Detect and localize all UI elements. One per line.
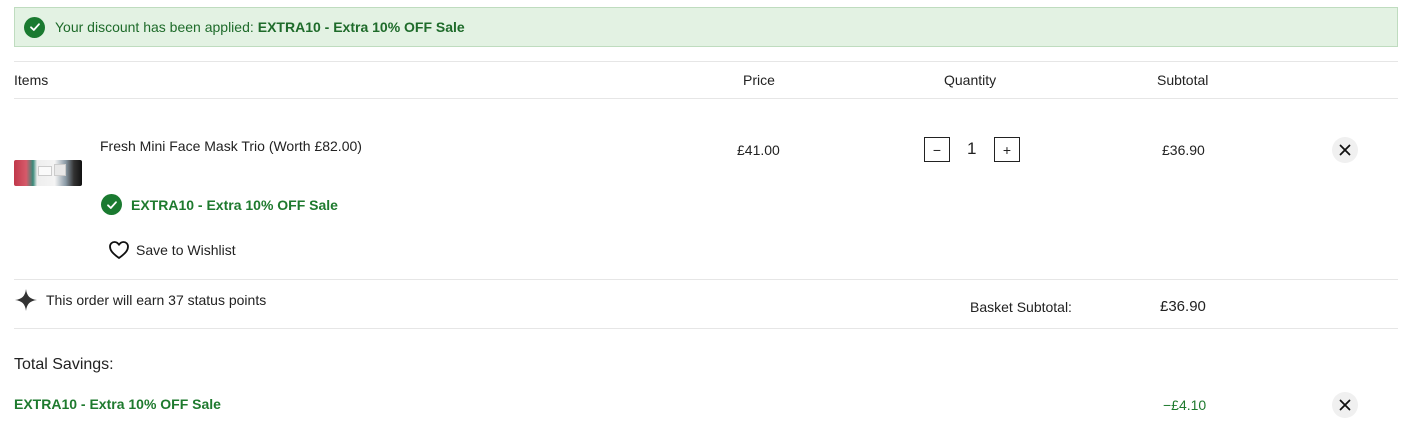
header-price: Price <box>743 72 775 88</box>
item-subtotal: £36.90 <box>1162 142 1205 158</box>
increase-quantity-button[interactable]: + <box>994 137 1020 162</box>
savings-discount-code: EXTRA10 - Extra 10% OFF Sale <box>14 396 221 412</box>
savings-amount: −£4.10 <box>1163 397 1207 413</box>
remove-discount-button[interactable] <box>1332 392 1358 418</box>
heart-icon <box>109 241 129 259</box>
decrease-quantity-button[interactable]: − <box>924 137 950 162</box>
basket-page: Your discount has been applied: EXTRA10 … <box>0 0 1411 440</box>
check-circle-icon <box>24 16 45 38</box>
status-points-text: This order will earn 37 status points <box>46 292 267 308</box>
quantity-value: 1 <box>967 139 977 158</box>
wishlist-label: Save to Wishlist <box>136 242 236 258</box>
plus-icon: + <box>1002 141 1012 158</box>
basket-subtotal-value: £36.90 <box>1160 298 1206 315</box>
minus-icon: − <box>932 141 942 158</box>
header-subtotal: Subtotal <box>1157 72 1209 88</box>
header-quantity: Quantity <box>944 72 997 88</box>
total-savings-title: Total Savings: <box>14 356 114 373</box>
product-thumbnail[interactable] <box>14 160 82 186</box>
basket-subtotal-label: Basket Subtotal: <box>970 299 1072 315</box>
banner-message: Your discount has been applied: <box>55 19 254 35</box>
divider <box>14 61 1398 62</box>
status-points-info: This order will earn 37 status points <box>14 288 266 312</box>
header-items: Items <box>14 72 49 88</box>
item-promo-label: EXTRA10 - Extra 10% OFF Sale <box>131 196 338 213</box>
close-icon <box>1339 399 1351 411</box>
sparkle-icon <box>15 289 37 311</box>
divider <box>14 98 1398 99</box>
remove-item-button[interactable] <box>1332 137 1358 163</box>
banner-discount-code: EXTRA10 - Extra 10% OFF Sale <box>257 19 465 35</box>
item-promo: EXTRA10 - Extra 10% OFF Sale <box>101 194 338 215</box>
product-name-link[interactable]: Fresh Mini Face Mask Trio (Worth £82.00) <box>100 138 362 154</box>
discount-applied-banner: Your discount has been applied: EXTRA10 … <box>14 7 1398 47</box>
check-circle-icon <box>101 194 122 215</box>
divider <box>14 279 1398 280</box>
save-to-wishlist-button[interactable]: Save to Wishlist <box>108 240 236 260</box>
close-icon <box>1339 144 1351 156</box>
item-price: £41.00 <box>737 142 780 158</box>
divider <box>14 328 1398 329</box>
